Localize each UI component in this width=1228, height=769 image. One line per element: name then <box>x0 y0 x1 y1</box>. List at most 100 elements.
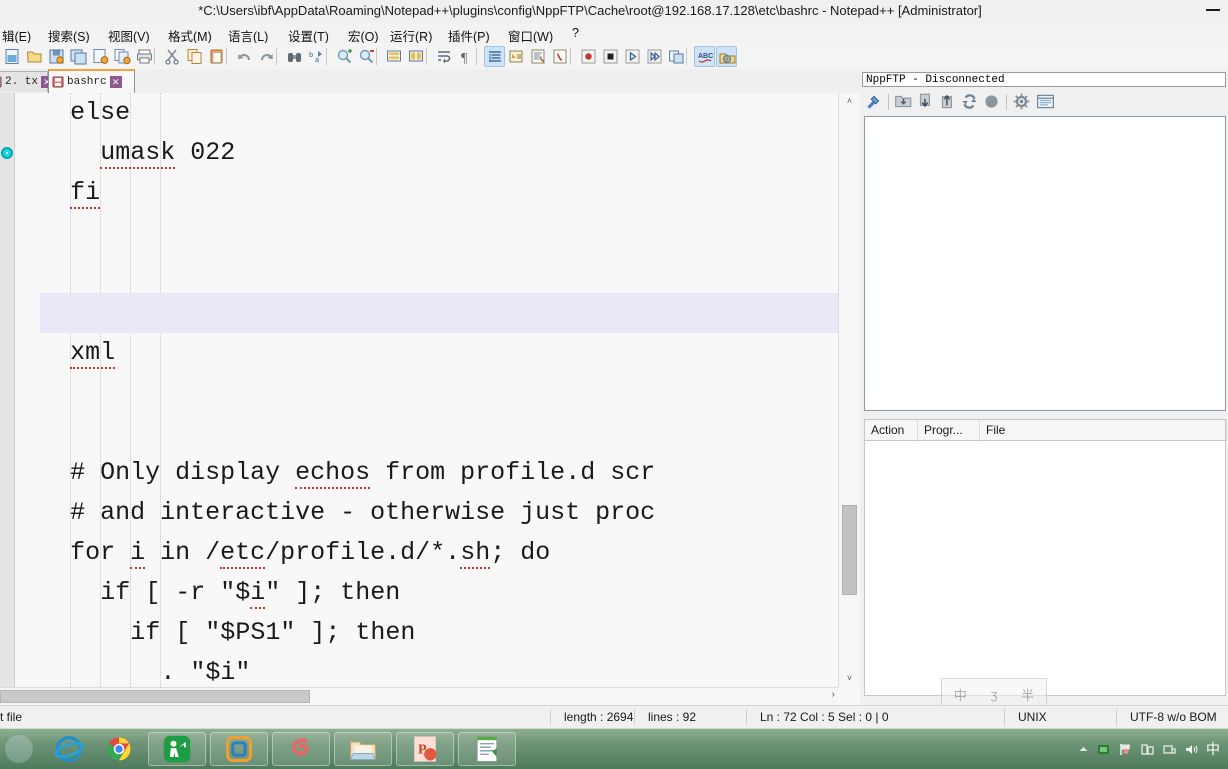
redo-button[interactable] <box>256 46 277 67</box>
ime-glyph-0[interactable]: 中 <box>954 685 967 704</box>
nppftp-toggle-button[interactable] <box>716 46 737 67</box>
code-line[interactable]: else <box>40 93 860 133</box>
nppftp-queue-list[interactable] <box>864 441 1226 696</box>
save-all-button[interactable] <box>68 46 89 67</box>
run-macro-multiple-button[interactable] <box>644 46 665 67</box>
play-macro-button[interactable] <box>622 46 643 67</box>
undo-button[interactable] <box>234 46 255 67</box>
find-button[interactable] <box>284 46 305 67</box>
close-icon[interactable]: ✕ <box>109 76 122 88</box>
tab-2tx[interactable]: 2. tx ✕ <box>0 71 54 92</box>
taskbar-securecrt[interactable] <box>272 732 330 766</box>
code-line[interactable]: for i in /etc/profile.d/*.sh; do <box>40 533 860 573</box>
ftp-messages-button[interactable] <box>1036 92 1057 112</box>
code-line-text: umask 022 <box>100 138 236 169</box>
code-line[interactable]: . "$i" <box>40 653 860 687</box>
code-line[interactable]: xml <box>40 333 860 373</box>
ftp-download-dir-button[interactable] <box>894 92 915 112</box>
tray-ime-indicator[interactable]: 中 <box>1206 739 1220 759</box>
minimize-button[interactable] <box>1206 9 1220 11</box>
taskbar-vmware-workstation[interactable] <box>210 732 268 766</box>
code-line[interactable] <box>40 253 860 293</box>
ftp-connect-button[interactable] <box>864 92 885 112</box>
editor-vertical-scrollbar[interactable]: ˄ ˅ <box>838 93 860 687</box>
code-text-area[interactable]: else umask 022 fi xml # Only display echos f… <box>40 93 860 687</box>
taskbar-google-chrome[interactable] <box>90 732 148 766</box>
menu-item-10[interactable]: ? <box>572 26 579 40</box>
editor-horizontal-scrollbar[interactable]: › <box>0 687 838 706</box>
queue-column-header-action[interactable]: Action <box>865 420 918 441</box>
ftp-refresh-button[interactable] <box>960 92 981 112</box>
print-button[interactable] <box>134 46 155 67</box>
tray-printer-icon[interactable] <box>1162 742 1177 757</box>
open-file-button[interactable] <box>24 46 45 67</box>
start-button[interactable] <box>2 732 36 766</box>
ftp-settings-button[interactable] <box>1012 92 1033 112</box>
cut-button[interactable] <box>162 46 183 67</box>
scroll-right-arrow[interactable]: › <box>832 689 835 700</box>
replace-button[interactable]: ba <box>306 46 327 67</box>
code-line[interactable]: fi <box>40 173 860 213</box>
taskbar-notepad-plus-plus[interactable] <box>458 732 516 766</box>
code-line[interactable]: if [ "$PS1" ]; then <box>40 613 860 653</box>
ime-glyph-2[interactable]: 半 <box>1021 685 1034 704</box>
sync-vertical-button[interactable] <box>384 46 405 67</box>
ime-glyph-1[interactable]: ʒ <box>990 687 997 702</box>
code-line-text: # and interactive - otherwise just proc <box>70 498 656 527</box>
zoom-out-button[interactable] <box>356 46 377 67</box>
taskbar-green-app[interactable] <box>148 732 206 766</box>
function-list-button[interactable] <box>550 46 571 67</box>
record-macro-button[interactable] <box>578 46 599 67</box>
show-all-chars-button[interactable]: ¶ <box>456 46 477 67</box>
save-button[interactable] <box>46 46 67 67</box>
tray-network-icon[interactable] <box>1140 742 1155 757</box>
scroll-up-arrow[interactable]: ˄ <box>839 93 860 110</box>
tray-graphics-driver-icon[interactable] <box>1096 742 1111 757</box>
nppftp-file-tree[interactable] <box>864 116 1226 411</box>
window-title: *C:\Users\ibf\AppData\Roaming\Notepad++\… <box>198 3 982 18</box>
title-bar: *C:\Users\ibf\AppData\Roaming\Notepad++\… <box>0 0 1228 24</box>
code-line[interactable]: # and interactive - otherwise just proc <box>40 493 860 533</box>
scroll-down-arrow[interactable]: ˅ <box>839 670 860 687</box>
tray-flag-action-center[interactable] <box>1118 742 1133 757</box>
close-button[interactable] <box>90 46 111 67</box>
code-line[interactable]: if [ -r "$i" ]; then <box>40 573 860 613</box>
queue-column-header-progr[interactable]: Progr... <box>918 420 980 441</box>
fold-margin[interactable] <box>15 93 39 705</box>
code-line[interactable]: # Only display echos from profile.d scr <box>40 453 860 493</box>
bookmark-margin[interactable] <box>0 93 15 705</box>
ftp-abort-button[interactable] <box>982 92 1003 112</box>
taskbar-powerpoint[interactable]: P <box>396 732 454 766</box>
code-line[interactable] <box>40 213 860 253</box>
undo-arrow-icon <box>236 48 253 65</box>
horizontal-scroll-thumb[interactable] <box>0 690 310 703</box>
code-line[interactable] <box>40 373 860 413</box>
vertical-scroll-thumb[interactable] <box>842 505 857 595</box>
taskbar-file-explorer[interactable] <box>334 732 392 766</box>
indent-guide-button[interactable] <box>484 46 505 67</box>
ftp-upload-file-button[interactable] <box>938 92 959 112</box>
sync-horizontal-button[interactable] <box>406 46 427 67</box>
new-file-button[interactable] <box>2 46 23 67</box>
paste-button[interactable] <box>206 46 227 67</box>
code-line[interactable] <box>40 413 860 453</box>
tab-bashrc[interactable]: bashrc ✕ <box>48 69 135 93</box>
zoom-in-button[interactable] <box>334 46 355 67</box>
word-wrap-button[interactable] <box>434 46 455 67</box>
editor[interactable]: else umask 022 fi xml # Only display echos f… <box>0 93 861 705</box>
tray-volume-icon[interactable] <box>1184 742 1199 757</box>
bookmark-icon[interactable] <box>1 147 13 159</box>
save-macro-button[interactable] <box>666 46 687 67</box>
queue-column-header-file[interactable]: File <box>980 420 1227 441</box>
code-line-current[interactable] <box>40 293 860 333</box>
ftp-download-file-button[interactable] <box>916 92 937 112</box>
svg-text:¶: ¶ <box>461 51 468 65</box>
code-line[interactable]: umask 022 <box>40 133 860 173</box>
doc-map-button[interactable] <box>528 46 549 67</box>
stop-macro-button[interactable] <box>600 46 621 67</box>
spell-check-button[interactable]: ABC <box>694 46 715 67</box>
user-dialog-button[interactable] <box>506 46 527 67</box>
close-all-button[interactable] <box>112 46 133 67</box>
copy-button[interactable] <box>184 46 205 67</box>
tray-show-hidden-icons[interactable] <box>1078 744 1089 755</box>
